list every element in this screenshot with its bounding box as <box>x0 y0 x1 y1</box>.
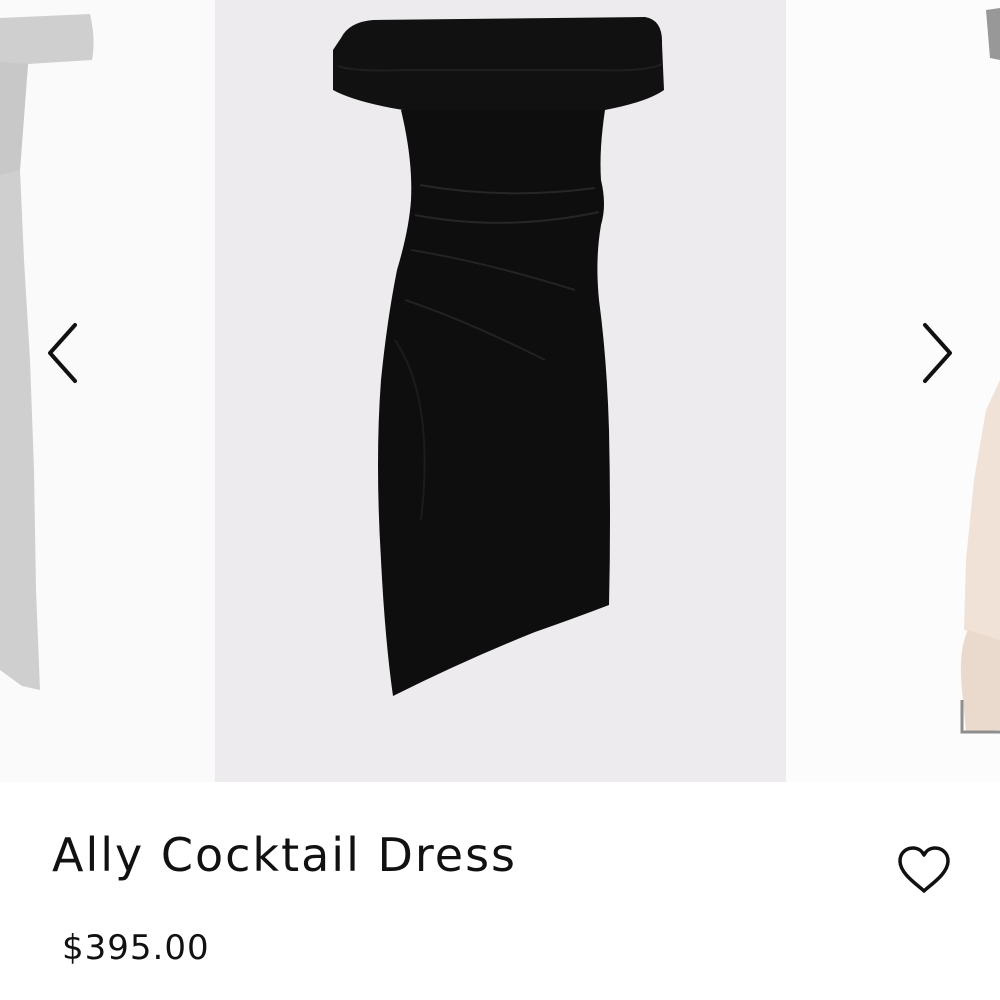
wishlist-button[interactable] <box>892 840 956 900</box>
carousel-next-button[interactable] <box>908 318 968 388</box>
carousel-slide-previous[interactable] <box>0 0 215 782</box>
product-info: Ally Cocktail Dress $395.00 <box>0 782 1000 1000</box>
chevron-left-icon <box>48 323 77 383</box>
chevron-right-icon <box>923 323 952 383</box>
carousel-slide-next[interactable] <box>786 0 1000 782</box>
carousel-prev-button[interactable] <box>32 318 92 388</box>
dress-image-current <box>333 17 664 696</box>
dress-image-next <box>960 8 1000 734</box>
product-price: $395.00 <box>62 928 210 968</box>
product-title: Ally Cocktail Dress <box>52 828 518 882</box>
dress-image-previous <box>0 14 94 690</box>
product-card: Ally Cocktail Dress $395.00 <box>0 0 1000 1000</box>
image-carousel[interactable] <box>0 0 1000 782</box>
heart-icon <box>898 846 950 893</box>
carousel-slide-current[interactable] <box>215 0 786 782</box>
